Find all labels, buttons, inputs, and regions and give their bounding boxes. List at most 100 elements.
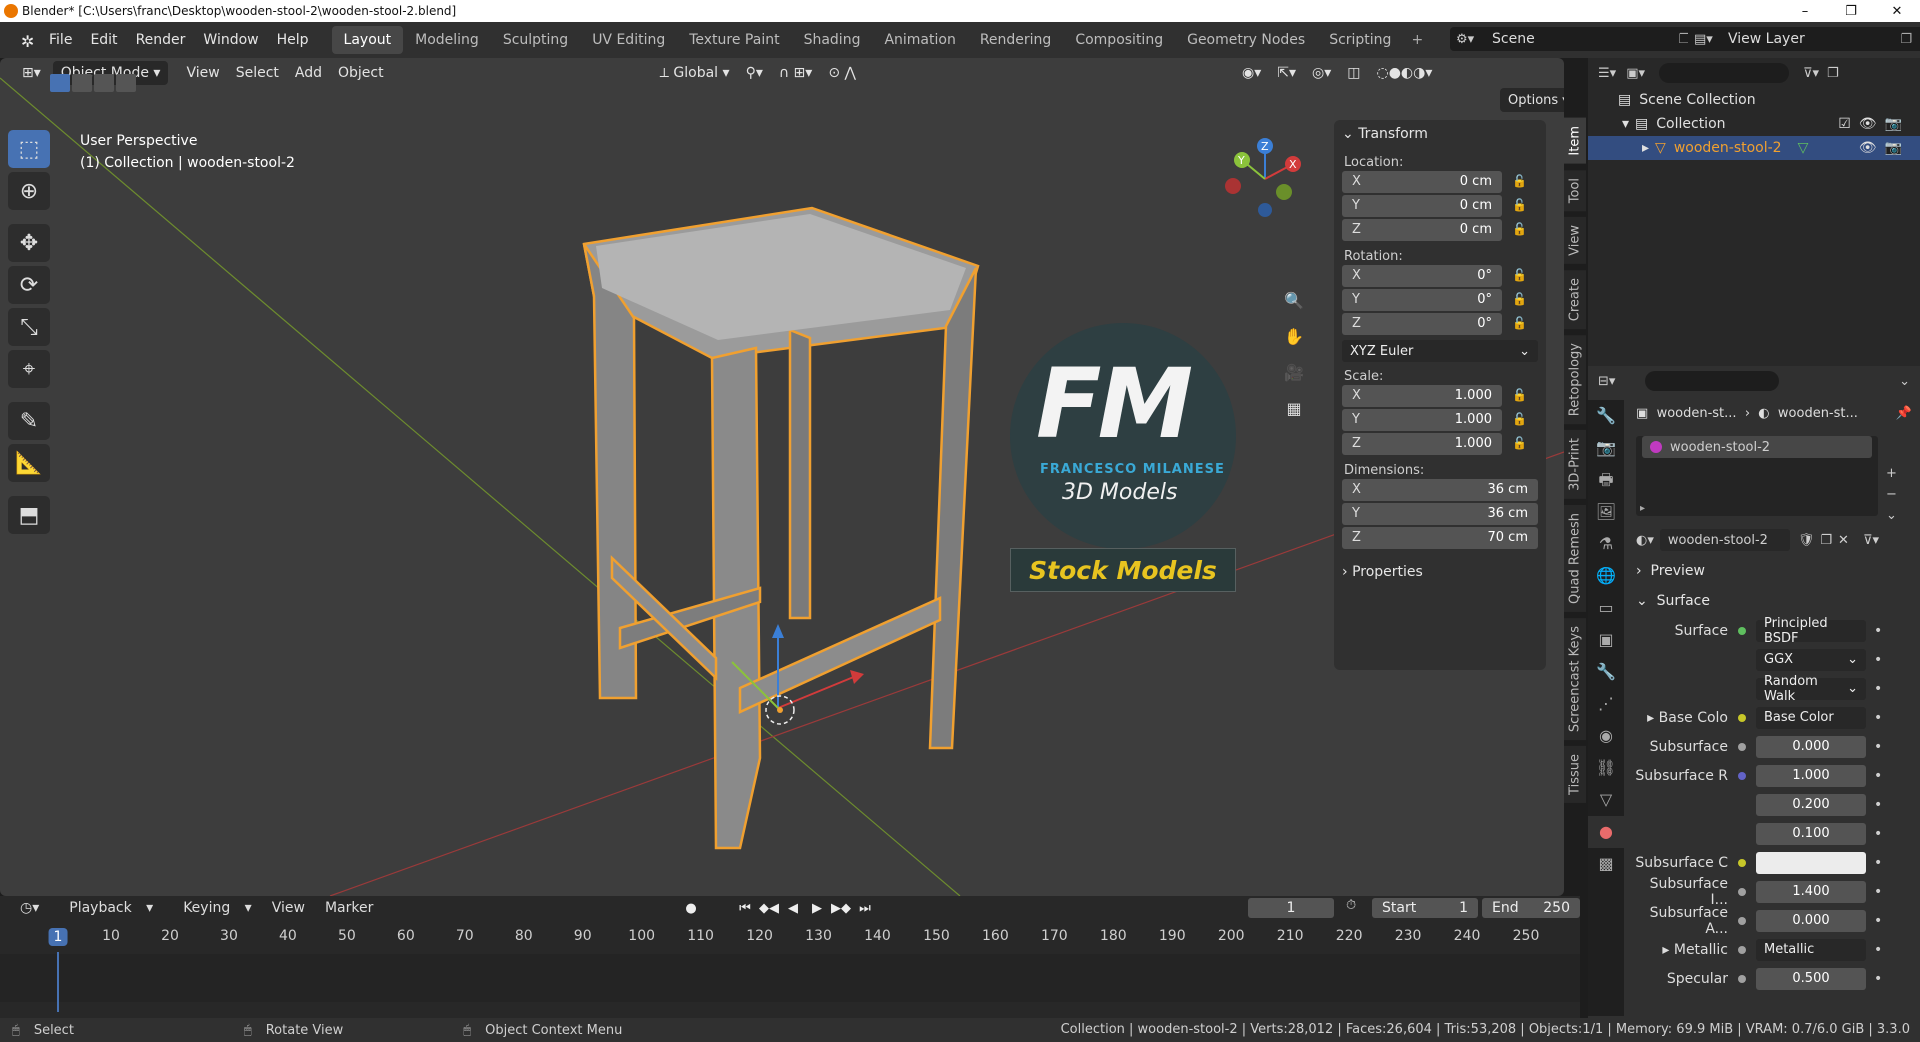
stopwatch-icon[interactable]: ⏱ (1346, 898, 1356, 913)
socket-icon[interactable] (1738, 771, 1746, 780)
world-tab-icon[interactable]: 🌐 (1588, 560, 1624, 592)
cursor-icon[interactable]: ⊕ (8, 172, 50, 210)
expand-icon[interactable]: ▸ (1640, 503, 1645, 514)
tab-compositing[interactable]: Compositing (1063, 26, 1175, 54)
preview-panel-header[interactable]: › Preview (1628, 556, 1920, 586)
display-mode-icon[interactable]: ▣▾ (1626, 66, 1645, 81)
material-browse-icon[interactable]: ◐▾ (1636, 533, 1654, 548)
scale-x-field[interactable]: X 1.000 (1342, 384, 1502, 407)
render-tab-icon[interactable]: 📷 (1588, 432, 1624, 464)
playhead[interactable] (57, 952, 59, 1012)
menu-add[interactable]: Add (287, 61, 330, 85)
perspective-grid-icon[interactable]: ▦ (1280, 394, 1308, 422)
scale-z-field[interactable]: Z 1.000 (1342, 432, 1502, 455)
surface-row-field[interactable]: 0.100 (1756, 822, 1866, 845)
scene-selector[interactable]: ⚙▾ Scene ❐ (1450, 27, 1696, 51)
animate-property-icon[interactable]: • (1874, 652, 1882, 668)
surface-row-field[interactable]: GGX ⌄ (1756, 648, 1866, 671)
surface-row-field[interactable]: Principled BSDF (1756, 616, 1866, 646)
transform-icon[interactable]: ⌖ (8, 350, 50, 388)
end-frame-field[interactable]: End 250 (1482, 898, 1580, 918)
rotation-z-field[interactable]: Z 0° (1342, 312, 1502, 335)
surface-row-field[interactable]: 1.400 (1756, 880, 1866, 903)
scale-y-field[interactable]: Y 1.000 (1342, 408, 1502, 431)
rotation-mode-select[interactable]: XYZ Euler ⌄ (1342, 340, 1538, 362)
lock-icon[interactable]: 🔓 (1512, 436, 1532, 452)
surface-panel-header[interactable]: ⌄ Surface (1628, 586, 1920, 616)
surface-row-field[interactable] (1756, 851, 1866, 874)
select-mode-icons[interactable] (50, 74, 136, 92)
outliner-object-wooden-stool[interactable]: ▸ ▽ wooden-stool-2 ▽ 👁📷 (1588, 136, 1920, 160)
tab-tool[interactable]: Tool (1564, 169, 1586, 211)
select-extend-icon[interactable] (72, 74, 92, 92)
record-icon[interactable]: ● (680, 898, 702, 918)
snap-icon[interactable]: ∩ ⊞▾ (771, 61, 820, 85)
lock-icon[interactable]: 🔓 (1512, 292, 1532, 308)
prev-keyframe-icon[interactable]: ◆◀ (758, 898, 780, 918)
tab-texture-paint[interactable]: Texture Paint (677, 26, 791, 54)
tab-sculpting[interactable]: Sculpting (491, 26, 580, 54)
tab-quad-remesh[interactable]: Quad Remesh (1564, 505, 1586, 612)
menu-marker[interactable]: Marker (315, 900, 383, 916)
new-collection-icon[interactable]: ❐ (1827, 66, 1839, 81)
surface-row-field[interactable]: 0.500 (1756, 967, 1866, 990)
menu-file[interactable]: File (40, 32, 81, 48)
animate-property-icon[interactable]: • (1874, 913, 1882, 929)
tab-screencast-keys[interactable]: Screencast Keys (1564, 617, 1586, 741)
tab-uv-editing[interactable]: UV Editing (580, 26, 677, 54)
menu-help[interactable]: Help (268, 32, 318, 48)
collection-visibility-icons[interactable]: ☑👁📷 (1838, 116, 1910, 132)
select-subtract-icon[interactable] (94, 74, 114, 92)
frame-ruler[interactable]: 1 10 20 30 40 50 60 70 80 90 100 110 120 130 140 150 160… (0, 928, 1580, 952)
slot-menu-icon[interactable]: ⌄ (1886, 508, 1897, 523)
surface-row-field[interactable]: 0.000 (1756, 909, 1866, 932)
filter-icon[interactable]: ⊽▾ (1803, 66, 1819, 81)
blender-menu-icon[interactable]: ✲ (12, 32, 34, 51)
menu-timeline-view[interactable]: View (262, 900, 315, 916)
animate-property-icon[interactable]: • (1874, 768, 1882, 784)
zoom-icon[interactable]: 🔍 (1280, 286, 1308, 314)
lock-icon[interactable]: 🔓 (1512, 412, 1532, 428)
lock-icon[interactable]: 🔓 (1512, 198, 1532, 214)
lock-icon[interactable]: 🔓 (1512, 388, 1532, 404)
socket-icon[interactable] (1738, 916, 1746, 925)
editor-type-icon[interactable]: ⊞▾ (14, 61, 49, 85)
outliner-search-input[interactable] (1659, 63, 1789, 83)
select-new-icon[interactable] (50, 74, 70, 92)
maximize-button[interactable]: ❐ (1828, 0, 1874, 22)
location-y-field[interactable]: Y0 cm (1342, 194, 1502, 217)
lock-icon[interactable]: 🔓 (1512, 174, 1532, 190)
annotate-icon[interactable]: ✎ (8, 402, 50, 440)
add-workspace-icon[interactable]: + (1403, 28, 1431, 52)
options-button[interactable]: Options ▾ (1500, 88, 1564, 112)
physics-tab-icon[interactable]: ◉ (1588, 720, 1624, 752)
surface-row-field[interactable]: Base Color (1756, 706, 1866, 729)
navigation-gizmo[interactable]: Z X Y (1220, 134, 1310, 224)
camera-icon[interactable]: 🎥 (1280, 358, 1308, 386)
next-keyframe-icon[interactable]: ▶◆ (830, 898, 852, 918)
tab-view[interactable]: View (1564, 216, 1586, 264)
menu-playback[interactable]: Playback ▾ (49, 900, 163, 916)
material-name-field[interactable]: wooden-stool-2 (1659, 529, 1790, 551)
jump-end-icon[interactable]: ⏭ (854, 898, 876, 918)
expand-icon[interactable]: ▸ (1662, 942, 1673, 958)
animate-property-icon[interactable]: • (1874, 710, 1882, 726)
shading-modes-icon[interactable]: ◌●◐◑▾ (1368, 61, 1440, 85)
location-x-field[interactable]: X0 cm (1342, 170, 1502, 193)
timeline-grid[interactable] (0, 954, 1580, 1002)
object-visibility-icons[interactable]: 👁📷 (1859, 140, 1910, 156)
expand-icon[interactable]: ▸ (1647, 710, 1658, 726)
xray-icon[interactable]: ◫ (1339, 61, 1368, 85)
socket-icon[interactable] (1738, 974, 1746, 983)
dimension-z-field[interactable]: Z 70 cm (1342, 526, 1538, 549)
pivot-icon[interactable]: ⚲▾ (738, 61, 771, 85)
close-button[interactable]: ✕ (1874, 0, 1920, 22)
scene-tab-icon[interactable]: ⚗ (1588, 528, 1624, 560)
menu-select[interactable]: Select (228, 61, 287, 85)
animate-property-icon[interactable]: • (1874, 623, 1882, 639)
animate-property-icon[interactable]: • (1874, 826, 1882, 842)
animate-property-icon[interactable]: • (1874, 739, 1882, 755)
tab-tissue[interactable]: Tissue (1564, 746, 1586, 804)
remove-slot-icon[interactable]: − (1886, 487, 1897, 502)
transform-orientation[interactable]: ⟂ Global ▾ (652, 61, 738, 85)
